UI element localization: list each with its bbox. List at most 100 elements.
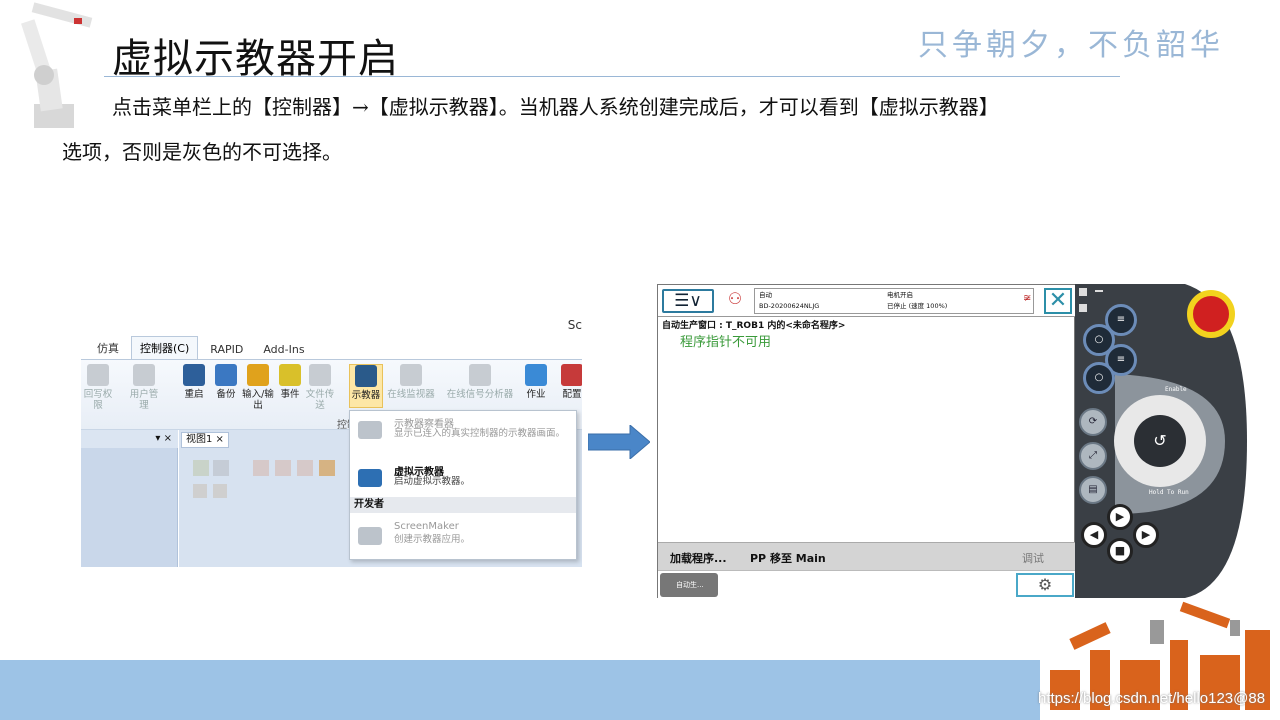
ribbon-button-label: 用户管理 (129, 389, 159, 411)
ribbon-button[interactable]: 配置 (555, 364, 582, 400)
restart-icon (183, 364, 205, 386)
file-transfer-icon (309, 364, 331, 386)
status-controller: BD-20200624NLJG (759, 302, 820, 310)
taskbar-auto-window-button[interactable]: 自动生... (660, 573, 718, 597)
window-title: 自动生产窗口 : T_ROB1 内的<未命名程序> (662, 321, 846, 331)
emergency-stop-button[interactable] (1187, 290, 1235, 338)
pp-to-main-button[interactable]: PP 移至 Main (750, 550, 826, 566)
mechanical-unit-key[interactable]: ⟳ (1079, 408, 1107, 436)
write-access-icon (87, 364, 109, 386)
pendant-hardware-panel: ○ ≡ ○ ≡ ⟳ ⤢ ▤ ◀ ▶ ▶ ■ ↺ Enable Hold To R… (1075, 284, 1247, 598)
ribbon-tab-bar: 仿真 控制器(C) RAPID Add-Ins (81, 336, 582, 360)
io-icon (247, 364, 269, 386)
ribbon-button-label: 重启 (184, 389, 204, 400)
watermark-text: https://blog.csdn.net/hello123@88 (1038, 690, 1266, 707)
status-mode: 自动 (759, 291, 772, 299)
right-arrow-icon (588, 425, 650, 459)
ribbon-button[interactable]: 在线监视器 (385, 364, 437, 400)
motion-mode-key[interactable]: ⤢ (1079, 442, 1107, 470)
job-icon (525, 364, 547, 386)
ribbon-tab[interactable]: 仿真 (89, 337, 127, 359)
enable-button[interactable]: Enable (1165, 386, 1187, 393)
ribbon-button-label: 输入/输出 (242, 389, 274, 411)
bottom-banner (0, 660, 1060, 720)
config-icon (561, 364, 582, 386)
close-icon[interactable]: ✕ (1044, 288, 1072, 314)
ribbon-button[interactable]: 在线信号分析器 (443, 364, 517, 400)
event-icon (279, 364, 301, 386)
slide: 虚拟示教器开启 只争朝夕，不负韶华 点击菜单栏上的【控制器】→【虚拟示教器】。当… (0, 0, 1280, 720)
body-text-line-2: 选项，否则是灰色的不可选择。 (62, 140, 342, 164)
robotstudio-ribbon-screenshot: Sc 仿真 控制器(C) RAPID Add-Ins 回写权限 用户管理 重启 备份 输入/输… (81, 314, 582, 567)
ribbon-button-label: 备份 (216, 389, 236, 400)
pane-title-bar[interactable]: ▾ × (81, 430, 178, 448)
menu-item-screenmaker[interactable]: ScreenMaker 创建示教器应用。 (350, 517, 576, 557)
ribbon-button-label: 事件 (280, 389, 300, 400)
ribbon-button[interactable]: 文件传送 (303, 364, 337, 411)
title-divider (104, 76, 1120, 77)
ribbon-button-label: 配置 (562, 389, 582, 400)
pendant-taskbar: 自动生... ⚙ (658, 570, 1076, 599)
ribbon-button-label: 在线监视器 (387, 389, 435, 400)
user-management-icon (133, 364, 155, 386)
menu-section-header: 开发者 (350, 497, 576, 513)
flexpendant-icon (355, 365, 377, 387)
hold-to-run-button[interactable]: Hold To Run (1149, 489, 1189, 496)
ribbon-button-label: 回写权限 (83, 389, 113, 411)
run-button[interactable]: ▶ (1107, 504, 1133, 530)
step-back-button[interactable]: ◀ (1081, 522, 1107, 548)
left-pane (81, 448, 178, 567)
ribbon-button-label: 在线信号分析器 (446, 389, 514, 400)
ribbon-corner-text: Sc (567, 318, 582, 332)
ribbon-button-label: 示教器 (351, 390, 381, 401)
body-text-line-1: 点击菜单栏上的【控制器】→【虚拟示教器】。当机器人系统创建完成后，才可以看到【虚… (112, 95, 999, 119)
pendant-status-bar: ☰∨ ⚇ 自动 BD-20200624NLJG 电机开启 已停止 (速度 100… (658, 285, 1076, 317)
ribbon-button[interactable]: 示教器 (349, 364, 383, 408)
increment-key[interactable]: ▤ (1079, 476, 1107, 504)
pendant-screen: ☰∨ ⚇ 自动 BD-20200624NLJG 电机开启 已停止 (速度 100… (657, 284, 1076, 599)
speed-icon: ≆ (1023, 293, 1032, 304)
ribbon-button[interactable]: 备份 (209, 364, 243, 400)
virtual-flexpendant-icon (358, 469, 382, 487)
virtual-flexpendant: ☰∨ ⚇ 自动 BD-20200624NLJG 电机开启 已停止 (速度 100… (657, 284, 1247, 599)
motto-text: 只争朝夕，不负韶华 (918, 28, 1224, 63)
joystick[interactable]: ↺ (1135, 416, 1185, 466)
flexpendant-viewer-icon (358, 421, 382, 439)
step-forward-button[interactable]: ▶ (1133, 522, 1159, 548)
ribbon-button[interactable]: 重启 (177, 364, 211, 400)
quickset-gear-icon[interactable]: ⚙ (1016, 573, 1074, 597)
flexpendant-dropdown-menu: 示教器察看器 显示已连入的真实控制器的示教器画面。 虚拟示教器 启动虚拟示教器。… (349, 410, 577, 560)
status-state: 已停止 (速度 100%) (887, 302, 948, 310)
ribbon-button[interactable]: 用户管理 (127, 364, 161, 411)
ribbon-button[interactable]: 事件 (273, 364, 307, 400)
stop-button[interactable]: ■ (1107, 538, 1133, 564)
tab-view1[interactable]: 视图1 × (181, 432, 229, 448)
ribbon-button[interactable]: 作业 (519, 364, 553, 400)
ribbon-button[interactable]: 回写权限 (81, 364, 115, 411)
ribbon-button-label: 文件传送 (305, 389, 335, 411)
menu-item-desc: 创建示教器应用。 (394, 534, 471, 545)
signal-analyzer-icon (469, 364, 491, 386)
online-monitor-icon (400, 364, 422, 386)
ribbon-button[interactable]: 输入/输出 (241, 364, 275, 411)
status-motor: 电机开启 (887, 291, 913, 299)
ribbon-button-label: 作业 (526, 389, 546, 400)
status-panel[interactable]: 自动 BD-20200624NLJG 电机开启 已停止 (速度 100%) ≆ (754, 288, 1034, 314)
ribbon-tab[interactable]: Add-Ins (255, 340, 312, 359)
backup-icon (215, 364, 237, 386)
menu-item-virtual-flexpendant[interactable]: 虚拟示教器 启动虚拟示教器。 (350, 459, 576, 499)
screenmaker-icon (358, 527, 382, 545)
ribbon-tab[interactable]: RAPID (202, 340, 251, 359)
prog-key-3[interactable]: ○ (1083, 362, 1115, 394)
ribbon-tab[interactable]: 控制器(C) (131, 336, 199, 359)
program-pointer-message: 程序指针不可用 (680, 335, 772, 350)
user-profile-icon[interactable]: ⚇ (720, 289, 750, 313)
menu-item-desc: 显示已连入的真实控制器的示教器画面。 (394, 428, 566, 439)
menu-item-flexpendant-viewer[interactable]: 示教器察看器 显示已连入的真实控制器的示教器画面。 (350, 411, 576, 451)
debug-button[interactable]: 调试 (1022, 550, 1044, 566)
menu-item-desc: 启动虚拟示教器。 (394, 476, 471, 487)
load-program-button[interactable]: 加载程序... (670, 550, 727, 566)
robot-arm-image (21, 2, 93, 128)
abb-menu-button[interactable]: ☰∨ (662, 289, 714, 313)
prog-key-4[interactable]: ≡ (1105, 304, 1137, 336)
